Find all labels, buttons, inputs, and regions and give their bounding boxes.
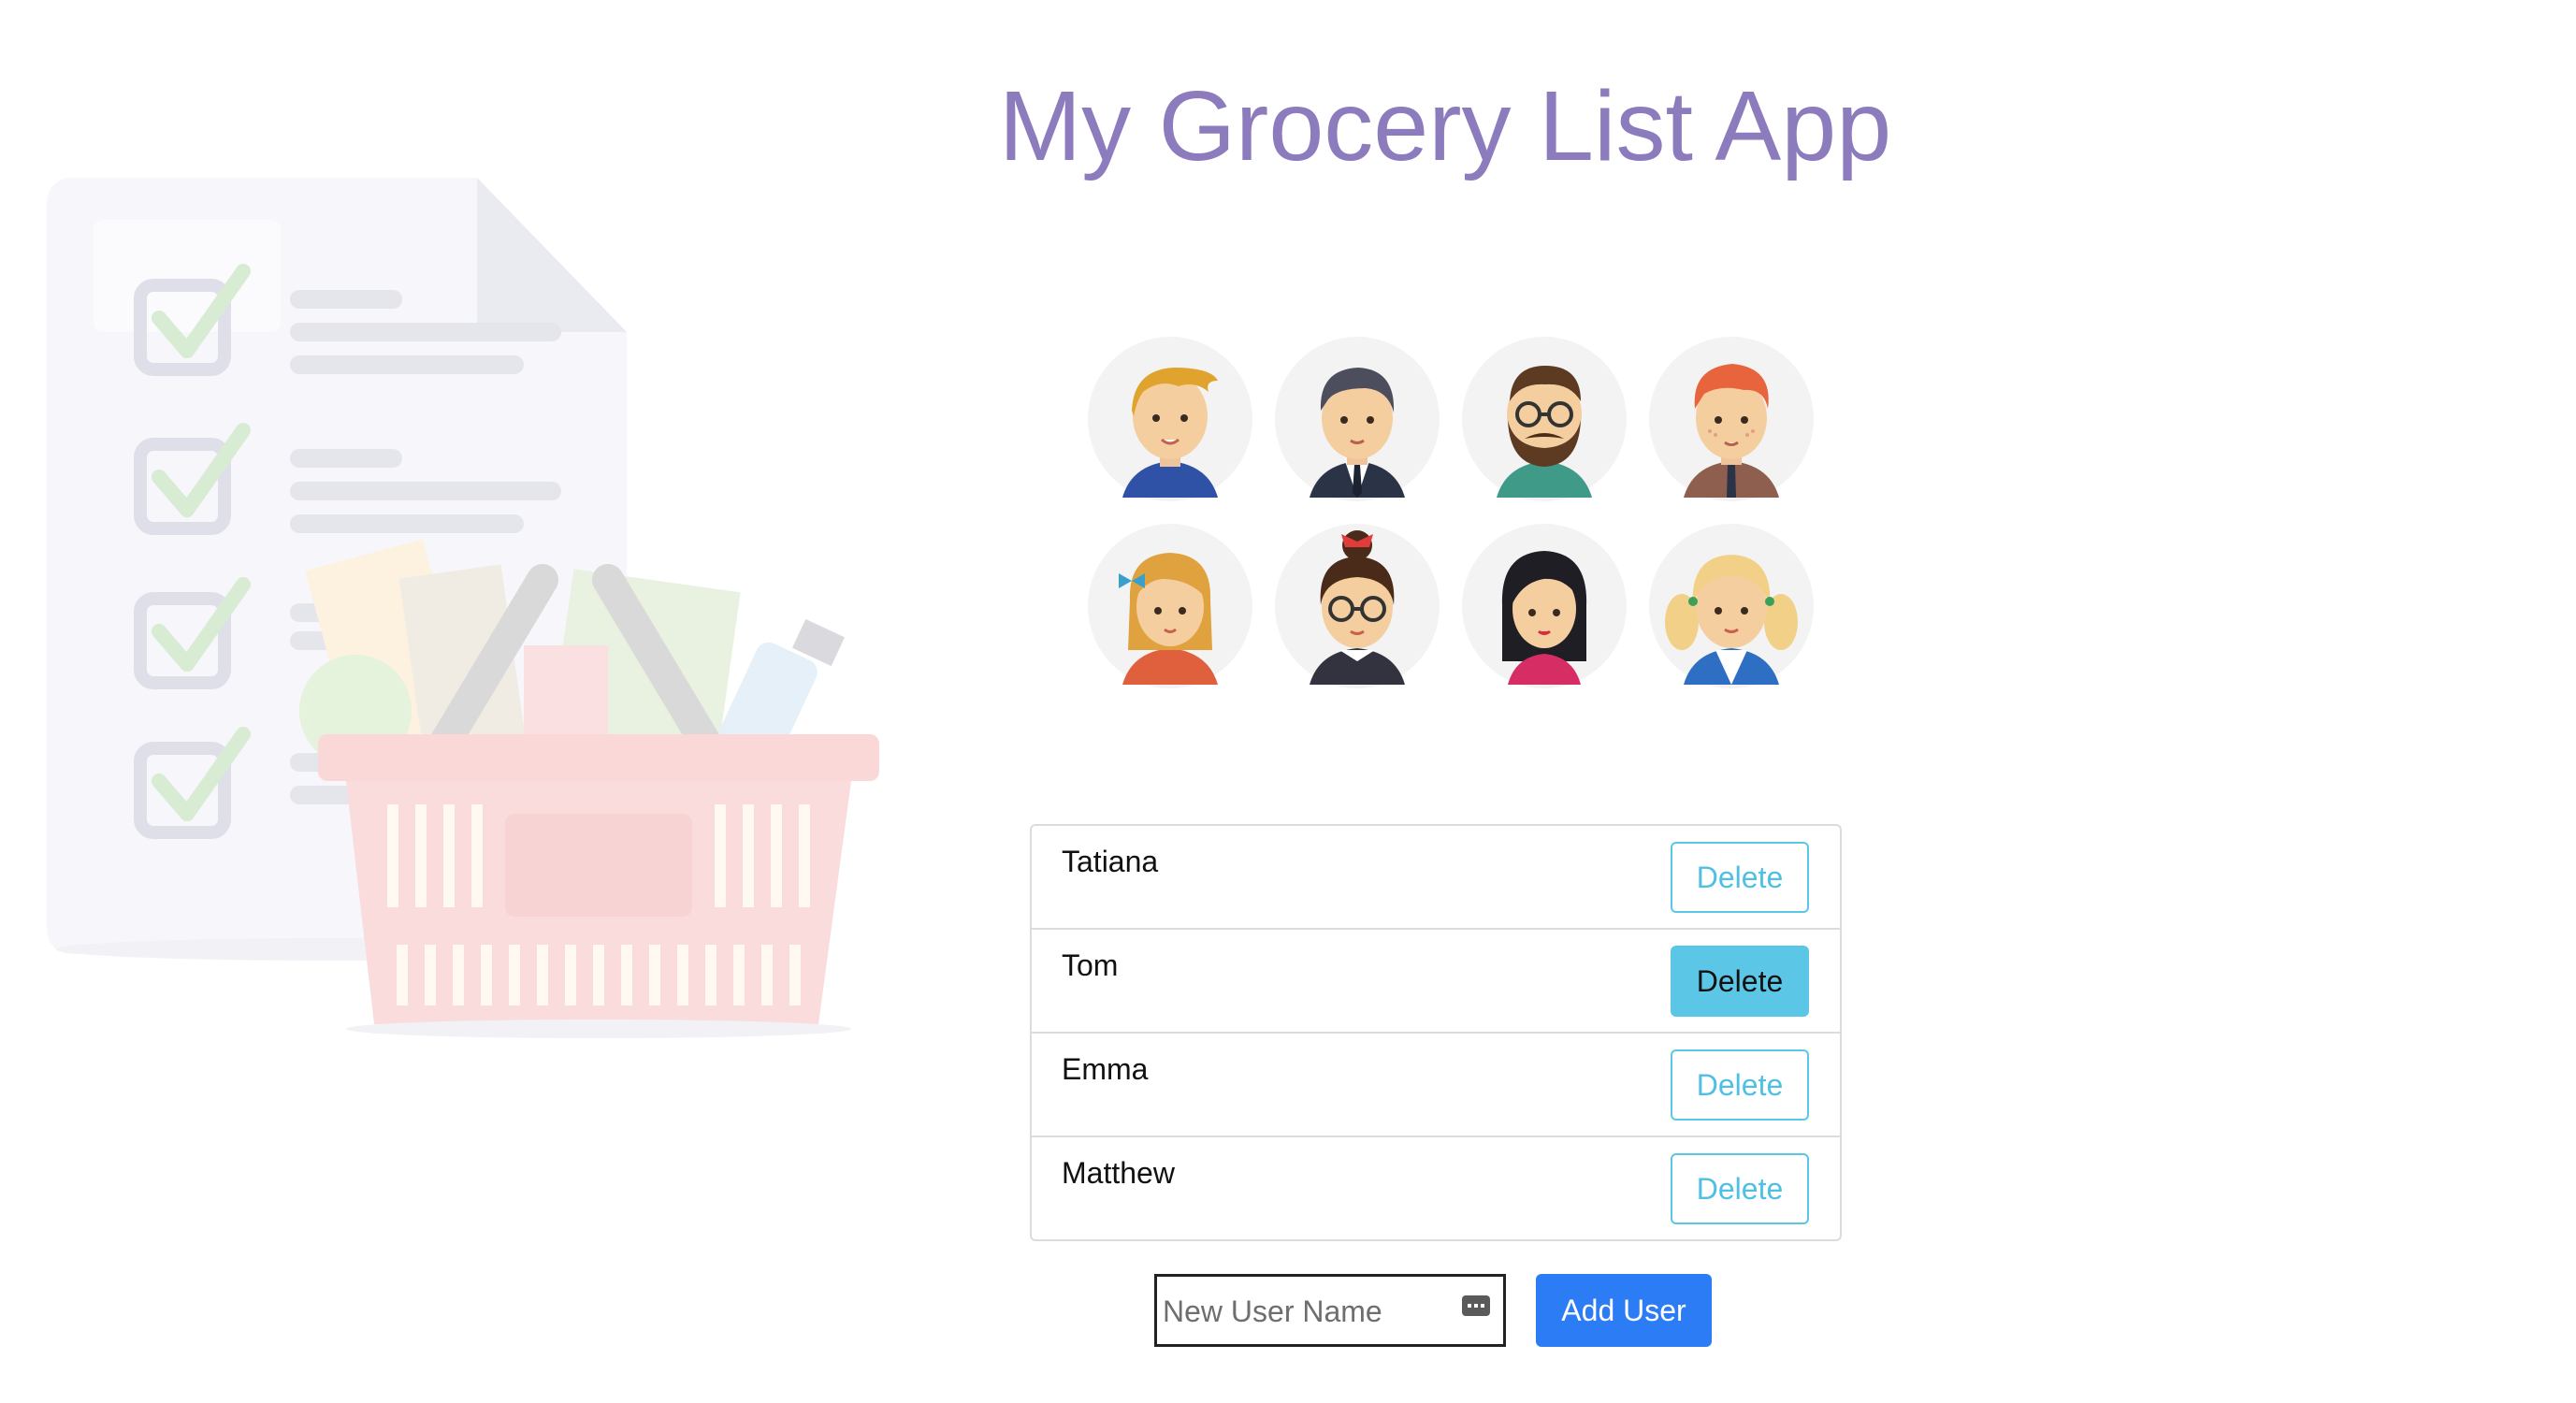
user-name: Tatiana [1062, 845, 1159, 878]
avatar-man-suit [1275, 337, 1440, 501]
new-user-field [1154, 1274, 1506, 1347]
avatar-woman-glasses-bun [1275, 524, 1440, 688]
user-name: Matthew [1062, 1156, 1175, 1190]
user-row: Tom Delete [1032, 930, 1840, 1034]
user-list: Tatiana Delete Tom Delete Emma Delete Ma… [1030, 824, 1842, 1241]
grocery-app-page: My Grocery List App Tatiana Delete Tom D… [0, 0, 2576, 1403]
avatar-girl-pigtails [1649, 524, 1814, 688]
avatar-boy-blonde [1088, 337, 1252, 501]
delete-user-button[interactable]: Delete [1671, 842, 1809, 913]
avatar-man-redhead [1649, 337, 1814, 501]
delete-user-button[interactable]: Delete [1671, 1049, 1809, 1121]
user-row: Emma Delete [1032, 1034, 1840, 1137]
user-row: Tatiana Delete [1032, 826, 1840, 930]
user-row: Matthew Delete [1032, 1137, 1840, 1239]
avatar-girl-bow [1088, 524, 1252, 688]
avatar-grid [1085, 334, 1833, 699]
keyboard-icon[interactable] [1462, 1295, 1490, 1320]
user-name: Tom [1062, 948, 1119, 982]
new-user-name-input[interactable] [1161, 1282, 1445, 1340]
app-title: My Grocery List App [998, 71, 1892, 181]
delete-user-button[interactable]: Delete [1671, 946, 1809, 1017]
add-user-button[interactable]: Add User [1536, 1274, 1712, 1347]
avatar-woman-black-hair [1462, 524, 1627, 688]
grocery-illustration [47, 178, 879, 1038]
add-user-form: Add User [1154, 1274, 1715, 1347]
avatar-man-beard-glasses [1462, 337, 1627, 501]
delete-user-button[interactable]: Delete [1671, 1153, 1809, 1224]
user-name: Emma [1062, 1052, 1149, 1086]
